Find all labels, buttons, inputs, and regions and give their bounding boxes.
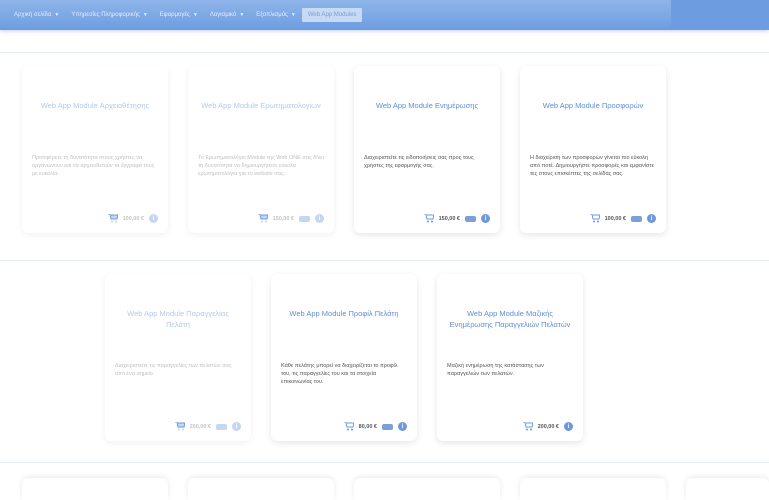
cart-icon[interactable] [257,214,268,223]
section-divider [0,260,769,261]
eye-icon[interactable] [465,215,476,222]
product-card[interactable]: Web App Module Προσφορών Η διαχείριση τω… [520,66,666,233]
chevron-down-icon: ▼ [192,12,198,18]
nav-item-equipment[interactable]: Εξοπλισμός ▼ [250,12,302,18]
card-price: 80,00 € [358,423,377,430]
nav-item-software[interactable]: Λογισμικό ▼ [204,12,250,18]
product-card[interactable]: Web App Module Μαζικής Ενημέρωσης Παραγγ… [437,274,583,441]
eye-icon[interactable] [299,215,310,222]
card-title: Web App Module Προσφορών [542,101,644,110]
card-footer: 200,00 € i [522,422,573,431]
cart-icon[interactable] [107,214,118,223]
chevron-down-icon: ▼ [239,12,245,18]
card-description: Η διαχείριση των προσφορών γίνεται πιο ε… [530,155,655,177]
card-title: Web App Module Παραγγελίας Πελάτη [127,309,229,329]
card-description: Προσφέρετε τη δυνατότητα στους χρήστες ν… [32,155,155,177]
info-icon[interactable]: i [481,214,490,223]
nav-item-label: Εξοπλισμός [256,12,288,18]
nav-item-applications[interactable]: Εφαρμογές ▼ [154,12,204,18]
chevron-down-icon: ▼ [142,12,148,18]
card-title: Web App Module Ενημέρωσης [375,101,479,110]
eye-icon[interactable] [216,423,227,430]
info-icon[interactable]: i [564,422,573,431]
section-divider [0,462,769,463]
cart-icon[interactable] [423,214,434,223]
card-footer: 100,00 € i [589,214,656,223]
info-icon[interactable]: i [149,214,158,223]
cart-icon[interactable] [343,422,354,431]
cart-icon[interactable] [589,214,600,223]
product-card[interactable]: Web App Module Ενημέρωσης Διαχειριστείτε… [354,66,500,233]
card-footer: 200,00 € i [174,422,241,431]
chevron-down-icon: ▼ [290,12,296,18]
product-card[interactable]: Web App Module Αρχειοθέτησης Προσφέρετε … [22,66,168,233]
product-card[interactable]: Web App Module Ερωτηματολογίων Το Ερωτημ… [188,66,334,233]
card-description: Κάθε πελάτης μπορεί να διαχειρίζεται το … [281,363,398,385]
card-description: Διαχειριστείτε τις ειδοποιήσεις σας προς… [364,155,474,169]
card-price: 150,00 € [272,215,294,222]
chevron-down-icon: ▼ [54,12,60,18]
card-price: 100,00 € [122,215,144,222]
card-title: Web App Module Μαζικής Ενημέρωσης Παραγγ… [449,309,571,329]
nav-item-label: Εφαρμογές [159,12,190,18]
info-icon[interactable]: i [315,214,324,223]
card-price: 150,00 € [438,215,460,222]
top-navbar: Αρχική σελίδα ▼ Υπηρεσίες Πληροφορικής ▼… [0,0,769,30]
eye-icon[interactable] [631,215,642,222]
product-card[interactable]: Web App Module Προφίλ Πελάτη Κάθε πελάτη… [271,274,417,441]
product-card[interactable] [354,478,500,500]
card-price: 200,00 € [537,423,559,430]
eye-icon[interactable] [382,423,393,430]
nav-item-label: Λογισμικό [209,12,237,18]
card-title: Web App Module Προφίλ Πελάτη [289,309,399,318]
card-price: 100,00 € [604,215,626,222]
product-card[interactable] [520,478,666,500]
card-price: 200,00 € [189,423,211,430]
cart-icon[interactable] [174,422,185,431]
product-card[interactable]: Web App Module Παραγγελίας Πελάτη Διαχει… [105,274,251,441]
card-footer: 150,00 € i [423,214,490,223]
nav-right-area [671,0,769,30]
card-description: Το Ερωτηματολόγιο Module της Web ONE σας… [198,155,324,177]
product-card[interactable] [22,478,168,500]
nav-item-label: Web App Modules [307,12,357,18]
nav-item-it-services[interactable]: Υπηρεσίες Πληροφορικής ▼ [65,12,153,18]
nav-item-home[interactable]: Αρχική σελίδα ▼ [8,12,65,18]
nav-item-label: Αρχική σελίδα [14,12,52,18]
card-footer: 150,00 € i [257,214,324,223]
section-divider [0,52,769,53]
nav-item-label: Υπηρεσίες Πληροφορικής [71,12,140,18]
card-title: Web App Module Ερωτηματολογίων [201,101,321,110]
card-description: Μαζική ενημέρωση της κατάστασης των παρα… [447,363,544,377]
info-icon[interactable]: i [398,422,407,431]
card-title: Web App Module Αρχειοθέτησης [40,101,150,110]
card-footer: 80,00 € i [343,422,407,431]
nav-item-web-app-modules[interactable]: Web App Modules [301,8,363,22]
product-card[interactable] [188,478,334,500]
info-icon[interactable]: i [232,422,241,431]
card-footer: 100,00 € i [107,214,158,223]
product-card[interactable] [686,478,769,500]
nav-menu: Αρχική σελίδα ▼ Υπηρεσίες Πληροφορικής ▼… [8,0,363,30]
card-description: Διαχειριστείτε τις παραγγελίες των πελατ… [115,363,232,377]
info-icon[interactable]: i [647,214,656,223]
cart-icon[interactable] [522,422,533,431]
